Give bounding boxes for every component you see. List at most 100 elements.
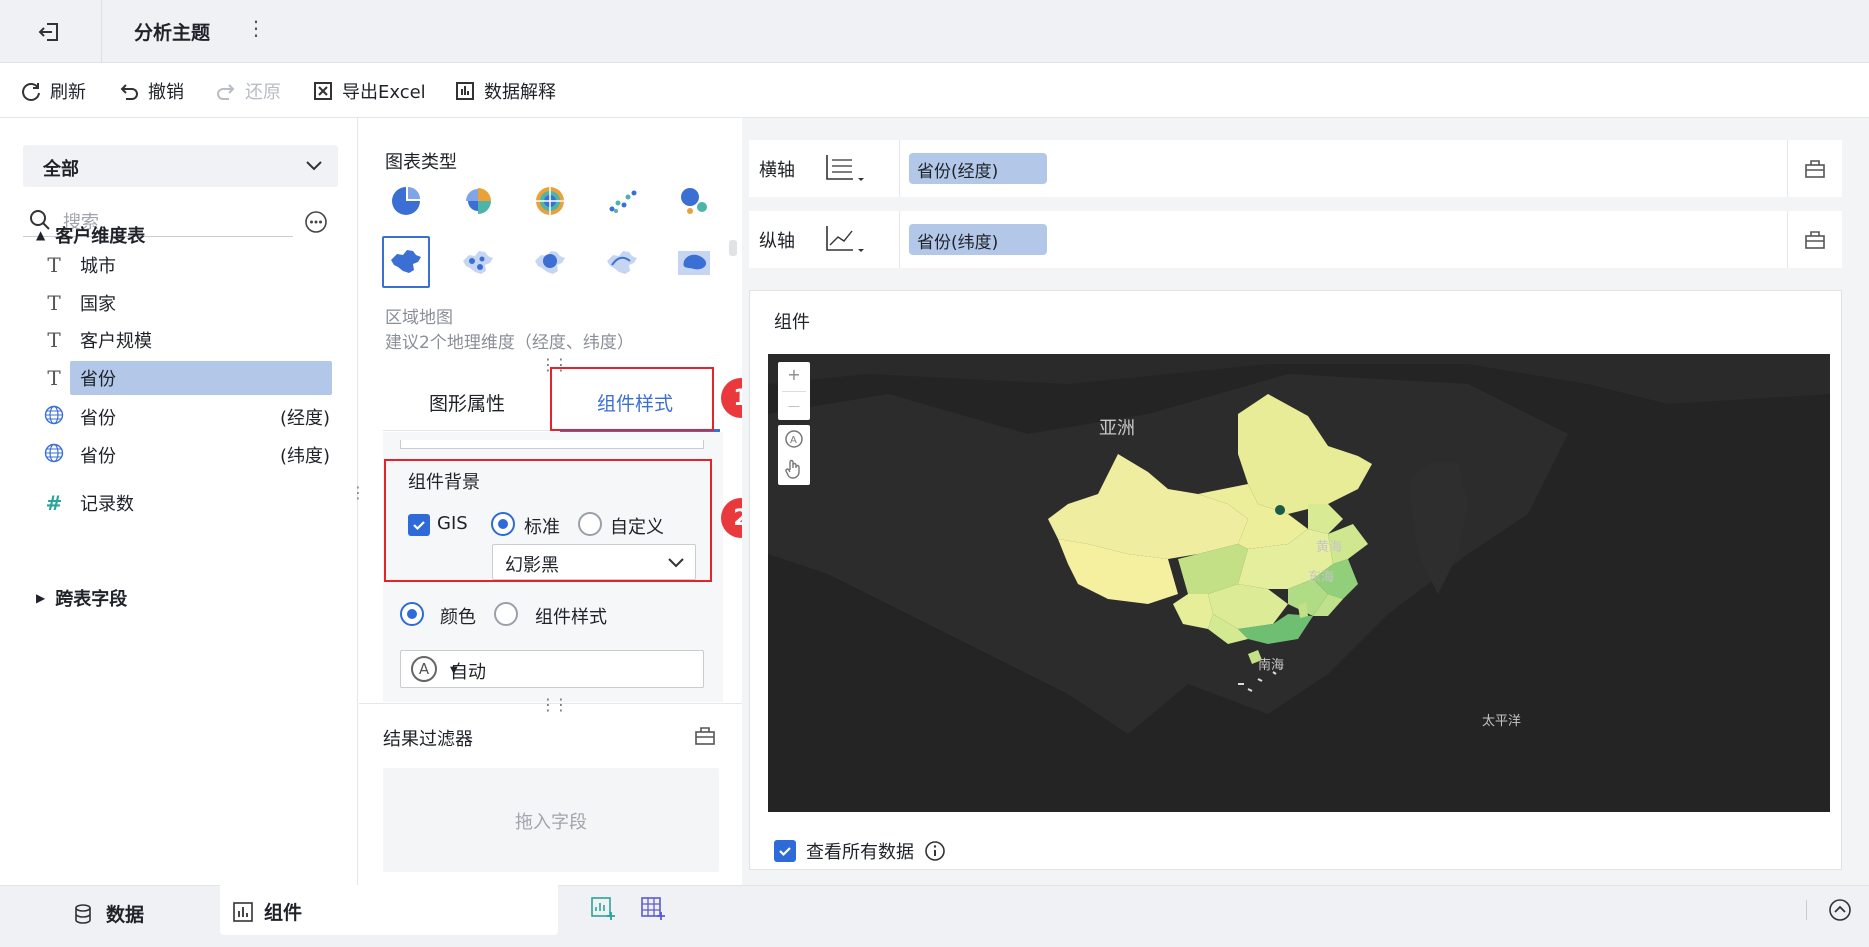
sunburst-chart-icon[interactable]	[528, 179, 572, 223]
gis-checkbox[interactable]	[408, 514, 430, 536]
gis-region-map[interactable]: 亚洲 黄海 东海 南海 太平洋	[768, 354, 1830, 812]
rose-chart-icon[interactable]	[456, 179, 500, 223]
field-item[interactable]: T 客户规模	[44, 324, 334, 356]
excel-icon	[314, 82, 332, 100]
map-label-asia: 亚洲	[1099, 418, 1135, 439]
more-options-icon[interactable]	[304, 210, 328, 234]
zoom-in-button[interactable]: +	[778, 362, 810, 390]
text-type-icon: T	[47, 253, 61, 277]
globe-icon	[44, 405, 64, 430]
field-item[interactable]: T 国家	[44, 287, 334, 319]
field-panel: 全部 搜索 ▲ 客户维度表 T 城市 T 国家 T 客户规模 T 省份 省份 (…	[0, 118, 358, 885]
check-icon	[779, 847, 791, 857]
database-icon	[75, 903, 91, 924]
flow-map-chart-icon[interactable]	[600, 241, 644, 285]
chevron-down-icon	[668, 558, 684, 568]
y-axis-field-pill[interactable]: 省份(纬度)	[909, 224, 1047, 255]
collapsed-field	[400, 440, 704, 449]
bottom-tab-data-label: 数据	[106, 904, 145, 926]
annotation-box-1	[550, 367, 714, 431]
x-axis-field-pill[interactable]: 省份(经度)	[909, 153, 1047, 184]
heat-map-chart-icon[interactable]	[528, 241, 572, 285]
globe-icon	[44, 443, 64, 468]
hand-pan-icon[interactable]	[783, 458, 805, 485]
region-map-chart-icon[interactable]	[382, 236, 430, 288]
lasso-select-icon[interactable]: A	[783, 429, 805, 456]
toolbox-icon[interactable]	[1787, 211, 1842, 268]
field-item[interactable]: 省份 (经度)	[44, 401, 334, 433]
radio-custom-label: 自定义	[610, 517, 664, 538]
text-type-icon: T	[47, 366, 61, 390]
widget-title: 组件	[774, 312, 810, 333]
svg-text:A: A	[790, 435, 797, 446]
auto-letter-icon: A	[411, 656, 437, 682]
back-icon[interactable]	[36, 18, 64, 46]
tab-graphic-props[interactable]: 图形属性	[429, 389, 505, 416]
more-menu-icon[interactable]: ⋮	[246, 16, 266, 40]
redo-button[interactable]: 还原	[215, 78, 281, 104]
field-suffix: (经度)	[279, 408, 330, 429]
radio-standard-label: 标准	[524, 517, 560, 538]
x-axis-type-icon[interactable]	[824, 152, 866, 184]
scope-value: 全部	[43, 159, 79, 180]
radio-standard[interactable]	[491, 512, 515, 536]
drop-hint: 拖入字段	[515, 812, 587, 833]
radio-color[interactable]	[400, 602, 424, 626]
map-label-south-sea: 南海	[1258, 658, 1285, 673]
y-axis-type-icon[interactable]	[824, 223, 866, 255]
caption-title: 区域地图	[385, 308, 453, 328]
bubble-chart-icon[interactable]	[672, 179, 716, 223]
map-tools: A	[778, 425, 810, 485]
add-chart-icon[interactable]	[590, 895, 616, 926]
map-label-yellow-sea: 黄海	[1316, 540, 1343, 555]
export-excel-button[interactable]: 导出Excel	[312, 78, 426, 104]
resize-handle-icon[interactable]: ⋮⋮	[540, 695, 569, 714]
theme-select[interactable]: 幻影黑	[492, 544, 696, 580]
point-map-chart-icon[interactable]	[456, 241, 500, 285]
field-item[interactable]: T 城市	[44, 249, 334, 281]
radio-widget-style[interactable]	[494, 602, 518, 626]
field-item[interactable]: 省份 (纬度)	[44, 439, 334, 471]
collapse-triangle-icon: ▲	[36, 228, 46, 242]
measure-icon: #	[45, 491, 63, 515]
chart-type-caption: 区域地图 建议2个地理维度（经度、纬度）	[385, 306, 634, 356]
custom-map-chart-icon[interactable]	[672, 241, 716, 285]
redo-icon	[217, 84, 235, 100]
view-all-checkbox[interactable]	[774, 840, 796, 862]
undo-button[interactable]: 撤销	[118, 78, 184, 104]
toolbox-icon[interactable]	[1787, 140, 1842, 197]
result-filter-title: 结果过滤器	[383, 729, 473, 750]
add-table-icon[interactable]	[640, 895, 666, 926]
text-type-icon: T	[47, 291, 61, 315]
bottom-tab-data[interactable]: 数据	[72, 900, 144, 927]
refresh-button[interactable]: 刷新	[20, 78, 86, 104]
tree-group-customer[interactable]: ▲ 客户维度表	[36, 222, 145, 248]
group-label: 客户维度表	[55, 226, 146, 247]
tree-group-cross[interactable]: ▶ 跨表字段	[36, 585, 127, 611]
radio-custom[interactable]	[578, 512, 602, 536]
field-suffix: (纬度)	[279, 446, 330, 467]
data-explain-button[interactable]: 数据解释	[454, 78, 556, 104]
field-item[interactable]: # 记录数	[44, 487, 334, 519]
scatter-chart-icon[interactable]	[600, 179, 644, 223]
toolbar: 刷新 撤销 还原 导出Excel 数据解释	[0, 63, 1869, 118]
radio-color-label: 颜色	[440, 607, 476, 628]
bar-chart-icon	[233, 901, 253, 922]
field-label: 城市	[80, 256, 116, 277]
pie-chart-icon[interactable]	[384, 179, 428, 223]
zoom-out-button[interactable]: —	[778, 392, 810, 420]
refresh-label: 刷新	[50, 82, 86, 103]
scrollbar[interactable]	[729, 240, 737, 256]
field-item-selected[interactable]: T 省份	[44, 361, 334, 395]
x-axis-shelf[interactable]: 横轴 省份(经度)	[749, 140, 1842, 197]
info-icon[interactable]	[924, 840, 946, 862]
filter-toolbox-icon[interactable]	[694, 725, 716, 752]
bottom-tab-widget-label: 组件	[264, 902, 303, 924]
scope-select[interactable]: 全部	[23, 145, 338, 187]
theme-value: 幻影黑	[505, 555, 559, 576]
filter-drop-zone[interactable]: 拖入字段	[383, 768, 719, 872]
y-axis-shelf[interactable]: 纵轴 省份(纬度)	[749, 211, 1842, 268]
color-scheme-select[interactable]: 自动 ▼	[400, 650, 704, 688]
field-label: 记录数	[80, 494, 134, 515]
collapse-panel-icon[interactable]	[1828, 898, 1852, 927]
